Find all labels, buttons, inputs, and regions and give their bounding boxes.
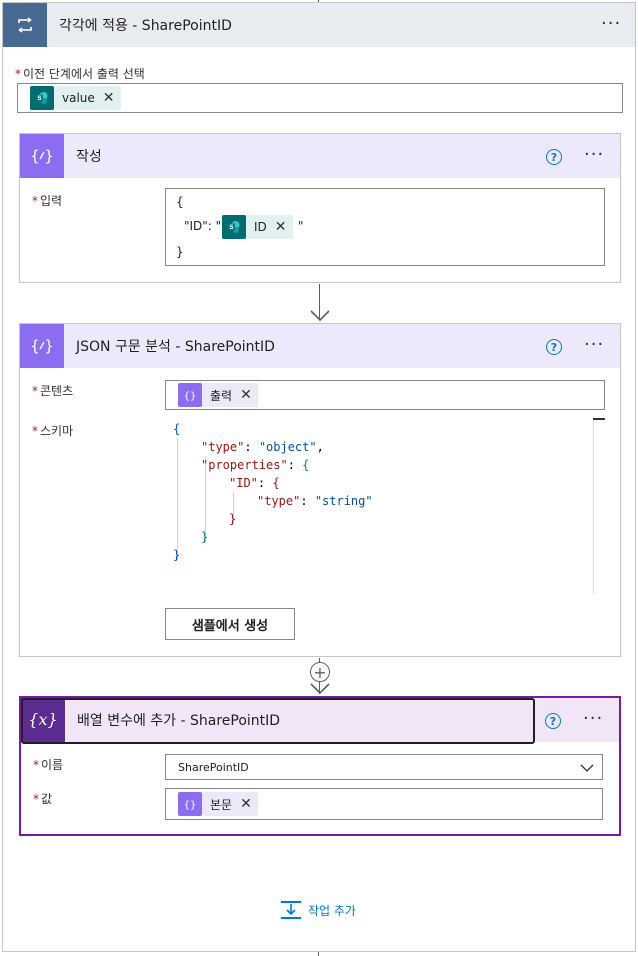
append-variable-title: 배열 변수에 추가 - SharePointID <box>77 713 281 729</box>
output-token[interactable]: {} 출력 ✕ <box>178 383 258 407</box>
apply-to-each-header[interactable]: 각각에 적용 - SharePointID <box>3 3 635 47</box>
connector-arrow-icon <box>310 683 330 695</box>
value-token[interactable]: S value ✕ <box>30 86 121 110</box>
schema-scrollbar[interactable] <box>593 418 605 594</box>
value-label: * 값 <box>33 792 53 806</box>
close-icon[interactable]: ✕ <box>240 797 252 811</box>
compose-input-field[interactable]: { "ID": " S ID ✕ " } <box>165 188 605 266</box>
loop-arrows-icon <box>3 3 47 47</box>
braces-icon: {} <box>178 792 202 816</box>
content-field[interactable]: {} 출력 ✕ <box>165 380 605 410</box>
parse-help-icon[interactable]: ? <box>546 339 562 355</box>
body-token[interactable]: {} 본문 ✕ <box>178 792 258 816</box>
compose-line-1: { <box>176 195 184 209</box>
compose-line-2-suffix: " <box>298 219 304 233</box>
content-label: * 콘텐츠 <box>32 384 74 398</box>
generate-from-sample-button[interactable]: 샘플에서 생성 <box>165 608 295 640</box>
body-token-label: 본문 <box>210 797 233 812</box>
svg-text:{x}: {x} <box>28 710 57 729</box>
compose-title: 작성 <box>76 149 102 165</box>
parse-json-title: JSON 구문 분석 - SharePointID <box>76 339 275 355</box>
id-token-label: ID <box>254 220 267 234</box>
append-variable-card: {x} 배열 변수에 추가 - SharePointID ? ··· * 이름 S… <box>19 696 621 836</box>
apply-to-each-title: 각각에 적용 - SharePointID <box>59 18 232 34</box>
variable-x-icon: {x} <box>21 698 65 742</box>
braces-icon: {} <box>178 383 202 407</box>
name-label: * 이름 <box>33 758 64 772</box>
add-action-icon <box>281 901 301 919</box>
parse-more-icon[interactable]: ··· <box>584 336 604 354</box>
chevron-down-icon <box>580 764 594 772</box>
id-token[interactable]: S ID ✕ <box>222 215 293 239</box>
add-action-link[interactable]: 작업 추가 <box>280 900 356 920</box>
close-icon[interactable]: ✕ <box>275 220 287 234</box>
loop-more-icon[interactable]: ··· <box>601 15 621 33</box>
compose-help-icon[interactable]: ? <box>546 149 562 165</box>
svg-text:{}: {} <box>184 391 197 402</box>
compose-input-label: * 입력 <box>32 194 63 208</box>
compose-header[interactable]: { } 작성 <box>20 134 620 178</box>
parse-json-card: { } JSON 구문 분석 - SharePointID ? ··· * 콘텐츠… <box>19 323 621 657</box>
svg-text:{}: {} <box>184 800 197 811</box>
svg-text:S: S <box>229 225 233 231</box>
compose-line-3: } <box>176 245 184 259</box>
braces-icon: { } <box>20 134 64 178</box>
svg-text:S: S <box>37 96 41 102</box>
insert-step-button[interactable]: + <box>310 662 330 682</box>
parse-json-header[interactable]: { } JSON 구문 분석 - SharePointID <box>20 324 620 368</box>
close-icon[interactable]: ✕ <box>103 91 115 105</box>
loop-field-label: * 이전 단계에서 출력 선택 <box>15 67 145 81</box>
sharepoint-icon: S <box>222 215 246 239</box>
append-more-icon[interactable]: ··· <box>583 710 603 728</box>
compose-line-2-prefix: "ID": " <box>184 219 222 233</box>
variable-name-dropdown[interactable]: SharePointID <box>165 754 603 780</box>
apply-to-each-container: 각각에 적용 - SharePointID ··· * 이전 단계에서 출력 선택… <box>2 2 636 952</box>
value-token-label: value <box>62 91 95 105</box>
value-field[interactable]: {} 본문 ✕ <box>165 788 603 820</box>
append-help-icon[interactable]: ? <box>545 713 561 729</box>
append-variable-header[interactable]: {x} 배열 변수에 추가 - SharePointID <box>21 698 619 742</box>
add-action-label: 작업 추가 <box>308 903 356 918</box>
compose-more-icon[interactable]: ··· <box>584 146 604 164</box>
compose-card: { } 작성 ? ··· * 입력 { "ID": " S ID ✕ " } <box>19 133 621 283</box>
output-token-label: 출력 <box>210 388 233 403</box>
bottom-connector <box>318 952 319 956</box>
schema-editor[interactable]: { "type": "object", "properties": { "ID"… <box>165 418 605 598</box>
connector-arrow-icon <box>310 310 330 322</box>
loop-output-field[interactable]: S value ✕ <box>17 83 623 113</box>
variable-name-value: SharePointID <box>178 761 249 774</box>
sharepoint-icon: S <box>30 86 54 110</box>
schema-label: * 스키마 <box>32 424 74 438</box>
braces-icon: { } <box>20 324 64 368</box>
close-icon[interactable]: ✕ <box>240 388 252 402</box>
